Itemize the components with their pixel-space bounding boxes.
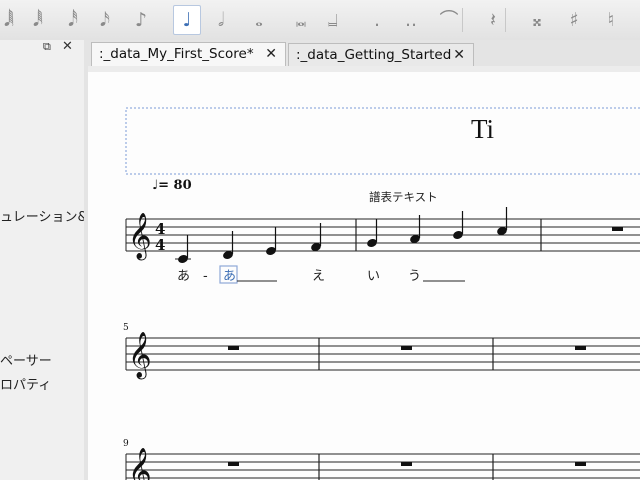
treble-clef[interactable]: 𝄞: [128, 332, 152, 380]
staff-text[interactable]: 譜表テキスト: [369, 190, 438, 204]
whole-rest[interactable]: [575, 346, 586, 350]
lyric-syllable[interactable]: い: [367, 269, 380, 284]
treble-clef[interactable]: 𝄞: [128, 448, 152, 480]
notation-canvas: Ti ♩= 80 譜表テキスト 𝄞 44𝄞5𝄞9 あ-あえいう: [123, 107, 640, 480]
natural-icon[interactable]: ♮: [598, 6, 624, 34]
eighth-note-icon[interactable]: 𝅘𝅥𝅯: [92, 6, 118, 34]
64th-note-icon[interactable]: 𝅘𝅥𝅲: [0, 6, 22, 34]
lyric-syllable[interactable]: う: [408, 269, 421, 284]
quarter-note-icon[interactable]: ♩: [173, 5, 201, 35]
whole-rest[interactable]: [612, 227, 623, 231]
tie-icon[interactable]: ⌒: [436, 6, 462, 34]
palette-item-spacer[interactable]: ペーサー: [0, 350, 52, 369]
whole-rest[interactable]: [401, 346, 412, 350]
palette-item-articulations[interactable]: ュレーション&: [0, 206, 88, 225]
longa-note-icon[interactable]: 𝆶: [320, 6, 346, 34]
whole-note-icon[interactable]: 𝅝: [246, 6, 272, 34]
lyric-syllable[interactable]: あ: [223, 269, 236, 284]
lyric-syllable[interactable]: あ: [177, 269, 190, 284]
rest-icon[interactable]: 𝄽: [480, 6, 506, 34]
whole-rest[interactable]: [401, 462, 412, 466]
close-tab-icon[interactable]: ✕: [453, 44, 465, 66]
score-tab-bar: :_data_My_First_Score* ✕ :_data_Getting_…: [88, 40, 640, 66]
half-note-icon[interactable]: 𝅗𝅥: [208, 6, 234, 34]
score-page: Ti ♩= 80 譜表テキスト 𝄞 4 4 𝄞 5 𝄞 9 あ-あえいう: [88, 72, 640, 480]
sharp-icon[interactable]: ♯: [561, 6, 587, 34]
double-dot-icon[interactable]: ..: [398, 6, 424, 34]
float-panel-icon[interactable]: ⧉: [43, 40, 51, 54]
32nd-note-icon[interactable]: 𝅘𝅥𝅱: [25, 6, 51, 34]
lyric-syllable[interactable]: え: [312, 269, 325, 284]
measure-number: 5: [123, 323, 129, 333]
whole-rest[interactable]: [228, 462, 239, 466]
note-input-toolbar: 𝅘𝅥𝅲 𝅘𝅥𝅱 𝅘𝅥𝅰 𝅘𝅥𝅯 ♪ ♩ 𝅗𝅥 𝅝 𝅜 𝆶... ⌒ 𝄽 𝄪 ♯ ♮: [0, 0, 640, 41]
time-signature-denominator[interactable]: 4: [155, 236, 165, 254]
augmentation-dot-icon[interactable]: .: [364, 6, 390, 34]
double-whole-note-icon[interactable]: 𝅜: [288, 6, 314, 34]
palette-panel: ⧉ ✕ ュレーション& ペーサー ロパティ: [0, 39, 88, 480]
close-panel-icon[interactable]: ✕: [62, 39, 73, 54]
tab-my-first-score[interactable]: :_data_My_First_Score* ✕: [91, 42, 286, 66]
tab-label: :_data_Getting_Started: [296, 47, 452, 63]
close-tab-icon[interactable]: ✕: [265, 43, 277, 65]
16th-note-icon[interactable]: 𝅘𝅥𝅰: [60, 6, 86, 34]
lyric-syllable[interactable]: -: [203, 269, 208, 284]
tab-label: :_data_My_First_Score*: [99, 46, 254, 62]
double-sharp-icon[interactable]: 𝄪: [524, 6, 550, 34]
eighth-note-alt-icon[interactable]: ♪: [128, 6, 154, 34]
toolbar-separator: [505, 8, 506, 32]
tempo-marking[interactable]: ♩= 80: [152, 178, 192, 193]
toolbar-separator: [462, 8, 463, 32]
score-view[interactable]: Ti ♩= 80 譜表テキスト 𝄞 4 4 𝄞 5 𝄞 9 あ-あえいう: [88, 66, 640, 480]
measure-number: 9: [123, 439, 129, 449]
whole-rest[interactable]: [575, 462, 586, 466]
treble-clef[interactable]: 𝄞: [128, 213, 152, 261]
tab-getting-started[interactable]: :_data_Getting_Started ✕: [288, 43, 474, 66]
palette-item-properties[interactable]: ロパティ: [0, 374, 51, 393]
title-frame[interactable]: [125, 107, 640, 175]
score-title[interactable]: Ti: [471, 114, 494, 144]
whole-rest[interactable]: [228, 346, 239, 350]
